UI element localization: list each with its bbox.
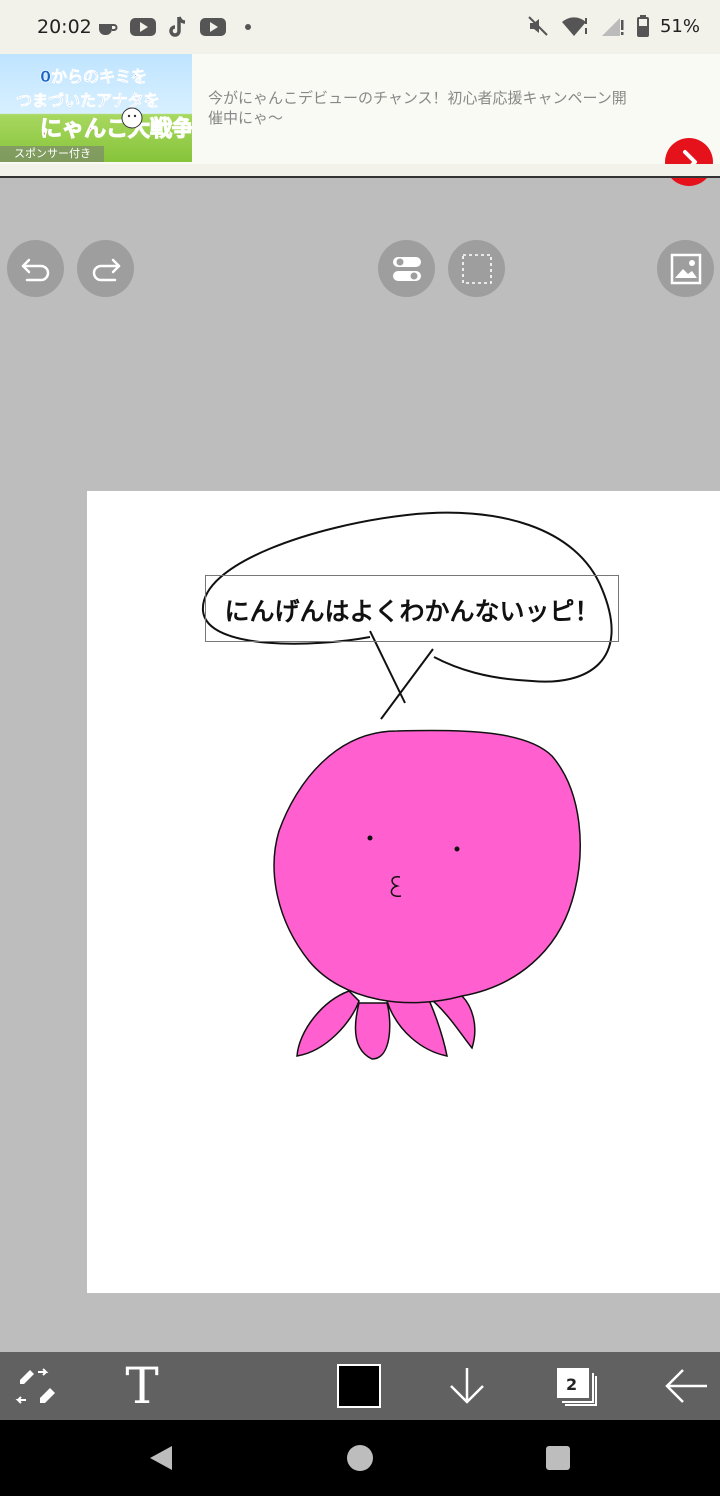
layers-icon: 2	[555, 1366, 599, 1406]
text-tool-button[interactable]: T	[112, 1352, 172, 1420]
battery-percentage: 51%	[659, 15, 700, 37]
bubble-tail-stroke	[369, 630, 434, 720]
back-arrow-icon	[665, 1369, 707, 1403]
text-box[interactable]: にんげんはよくわかんないッピ！	[205, 575, 619, 642]
home-circle-icon[interactable]	[346, 1444, 374, 1472]
dot-icon	[245, 24, 251, 30]
toggle-button[interactable]	[378, 240, 435, 297]
octopus-left-eye	[367, 835, 373, 841]
drawing-canvas[interactable]: にんげんはよくわかんないッピ！	[87, 491, 720, 1293]
octopus-right-eye	[454, 846, 460, 852]
ad-line-3: にゃんこ大戦争	[40, 116, 192, 142]
ad-line-2: つまづいたアナタを	[16, 91, 160, 110]
back-triangle-icon[interactable]	[148, 1444, 174, 1472]
ad-image[interactable]: 0からのキミを つまづいたアナタを にゃんこ大戦争 スポンサー付き	[0, 54, 192, 162]
system-nav-bar	[0, 1420, 720, 1496]
move-down-button[interactable]	[440, 1352, 494, 1420]
layer-count: 2	[566, 1375, 578, 1394]
text-box-label[interactable]: にんげんはよくわかんないッピ！	[206, 592, 618, 628]
status-bar: 20:02 51%	[0, 0, 720, 54]
bottom-toolbar: T 2	[0, 1352, 720, 1420]
coffee-icon	[99, 24, 118, 35]
back-button[interactable]	[658, 1352, 714, 1420]
down-arrow-icon	[450, 1368, 484, 1404]
image-button[interactable]	[657, 240, 714, 297]
mute-icon	[528, 16, 548, 36]
youtube-icon	[130, 18, 156, 36]
pen-eraser-swap-button[interactable]	[8, 1352, 64, 1420]
youtube-icon	[200, 18, 226, 36]
ad-text[interactable]: 今がにゃんこデビューのチャンス！初心者応援キャンペーン開催中にゃ〜	[208, 88, 638, 128]
octopus-head	[273, 729, 581, 1004]
undo-button[interactable]	[7, 240, 64, 297]
ad-banner[interactable]: 0からのキミを つまづいたアナタを にゃんこ大戦争 スポンサー付き 今がにゃんこ…	[0, 54, 720, 186]
recents-square-icon[interactable]	[546, 1446, 570, 1470]
undo-icon	[21, 258, 49, 281]
layers-button[interactable]: 2	[552, 1352, 602, 1420]
ad-sponsor-label: スポンサー付き	[0, 146, 104, 162]
wifi-icon	[561, 17, 587, 36]
text-tool-icon: T	[125, 1357, 159, 1415]
ad-line-1: 0からのキミを	[40, 67, 147, 86]
battery-icon	[636, 15, 649, 37]
tiktok-icon	[169, 16, 186, 37]
divider	[0, 176, 720, 178]
ad-chevron-right-icon[interactable]	[665, 138, 713, 186]
notification-icons	[96, 15, 258, 39]
redo-button[interactable]	[77, 240, 134, 297]
toggle-icon	[392, 256, 421, 281]
status-time: 20:02	[37, 16, 92, 38]
redo-icon	[92, 258, 120, 281]
selection-icon	[461, 253, 492, 284]
pen-eraser-swap-icon	[15, 1368, 55, 1404]
image-icon	[670, 253, 701, 284]
signal-icon	[601, 18, 624, 36]
color-picker-button[interactable]	[334, 1352, 384, 1420]
selection-button[interactable]	[448, 240, 505, 297]
ad-spacer	[0, 164, 720, 176]
color-swatch	[337, 1364, 381, 1408]
system-status-icons: 51%	[526, 14, 700, 38]
